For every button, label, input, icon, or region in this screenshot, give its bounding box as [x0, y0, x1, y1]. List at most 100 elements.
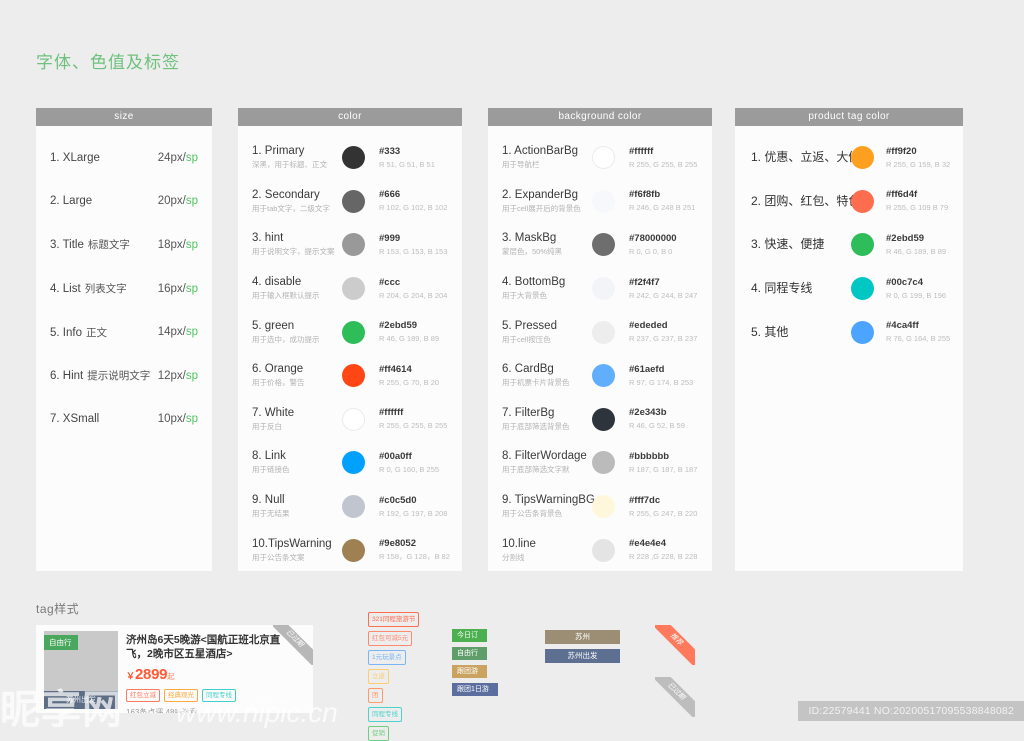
arrow-tag: 跟团游	[452, 665, 487, 678]
color-rgb: R 255, G 255, B 255	[379, 421, 448, 431]
tag-section-label: tag样式	[36, 602, 80, 616]
color-rgb: R 255, G 70, B 20	[379, 377, 440, 387]
product-mini-tag: 红包立减	[126, 689, 160, 702]
size-row-unit: sp	[185, 238, 198, 251]
product-tag-color-card: product tag color 1. 优惠、立返、大促 #ff9f20 R 25…	[735, 108, 963, 571]
color-hex: #666	[379, 189, 401, 201]
background-color-hex: #fff7dc	[629, 494, 661, 506]
color-row-label: 9. Null 用于无结果	[252, 494, 334, 519]
background-color-row-name: 1. ActionBarBg	[502, 145, 579, 158]
background-color-row: 3. MaskBg 蒙层色，50%纯黑 #78000000 R 0, G 0, B 0	[488, 223, 712, 267]
color-row-name: 10.TipsWarning	[252, 537, 332, 550]
product-tag-color-rgb: R 46, G 189, B 89	[886, 246, 947, 256]
background-color-row-name: 9. TipsWarningBG	[502, 494, 595, 507]
background-color-row-values: #61aefd R 97, G 174, B 253	[629, 364, 712, 388]
color-row-label: 4. disable 用于输入框默认提示	[252, 276, 334, 301]
color-rgb: R 204, G 204, B 204	[379, 290, 448, 300]
background-color-rgb: R 255, G 247, B 220	[629, 508, 698, 518]
background-color-row-values: #bbbbbb R 187, G 187, B 187	[629, 451, 712, 475]
size-row-name-cn: 提示说明文字	[87, 370, 151, 383]
product-tag-color-rgb: R 0, G 199, B 196	[886, 290, 947, 300]
background-color-row-label: 10.line 分割线	[502, 538, 584, 563]
color-hex: #ccc	[379, 276, 401, 288]
background-color-swatch-circle	[592, 189, 615, 213]
background-color-swatch-circle	[592, 146, 615, 170]
color-row-desc: 用于价格，警告	[252, 378, 305, 388]
background-color-row-desc: 蒙层色，50%纯黑	[502, 247, 563, 257]
product-tag-color-row-label: 3. 快速、便捷	[751, 238, 847, 251]
size-row-unit: sp	[185, 282, 198, 295]
size-row-value: 10px/sp	[157, 413, 198, 426]
product-card[interactable]: 自由行 苏州出发 济州岛6天5晚游<国航正班北京直飞，2晚市区五星酒店> ￥28…	[36, 625, 313, 713]
background-color-row-label: 7. FilterBg 用于底部筛选背景色	[502, 407, 584, 432]
product-tag-color-row-values: #00c7c4 R 0, G 199, B 196	[886, 277, 963, 301]
color-row-label: 1. Primary 深黑，用于标题、正文	[252, 145, 334, 170]
background-color-row-values: #ffffff R 255, G 255, B 255	[629, 146, 712, 170]
color-swatch-circle	[342, 407, 365, 431]
color-row-label: 2. Secondary 用于tab文字，二级文字	[252, 189, 334, 214]
arrow-tag: 自由行	[452, 647, 487, 660]
color-row-list: 1. Primary 深黑，用于标题、正文 #333 R 51, G 51, B 51…	[238, 126, 462, 586]
color-row-desc: 用于链接色	[252, 465, 290, 475]
background-color-row-desc: 用于cell展开后的背景色	[502, 203, 581, 213]
size-row-name: 3. Title 标题文字	[50, 239, 130, 252]
color-row-values: #999 R 153, G 153, B 153	[379, 233, 462, 257]
background-color-row-label: 9. TipsWarningBG 用于公告条背景色	[502, 494, 595, 519]
background-color-rgb: R 242, G 244, B 247	[629, 290, 698, 300]
color-swatch-circle	[342, 495, 365, 519]
color-row-name: 8. Link	[252, 450, 286, 463]
size-row: 4. List 列表文字 16px/sp	[36, 267, 212, 311]
background-color-swatch-circle	[592, 233, 615, 257]
size-row-value: 18px/sp	[157, 238, 198, 251]
background-color-row: 8. FilterWordage 用于底部筛选文字默 #bbbbbb R 187, G…	[488, 441, 712, 485]
product-tag-color-row-list: 1. 优惠、立返、大促 #ff9f20 R 255, G 159, B 32 2. 团…	[735, 126, 963, 368]
corner-ribbon-list: 推荐 已过期	[655, 625, 695, 729]
outline-tag: 同程专线	[368, 707, 402, 722]
color-row: 9. Null 用于无结果 #c0c5d0 R 192, G 197, B 208	[238, 485, 462, 529]
background-color-hex: #ededed	[629, 320, 668, 332]
background-color-row-label: 8. FilterWordage 用于底部筛选文字默	[502, 450, 587, 475]
background-color-row-label: 5. Pressed 用于cell按压色	[502, 320, 584, 345]
color-rgb: R 102, G 102, B 102	[379, 203, 448, 213]
background-color-row-values: #fff7dc R 255, G 247, B 220	[629, 495, 712, 519]
background-color-row-desc: 用于大背景色	[502, 291, 547, 301]
color-row-label: 6. Orange 用于价格，警告	[252, 363, 334, 388]
arrow-tag: 今日订	[452, 629, 487, 642]
product-mini-tag: 经典观光	[164, 689, 198, 702]
background-color-hex: #bbbbbb	[629, 450, 670, 462]
size-card: size 1. XLarge 24px/sp 2. Large 20px/sp 3. T…	[36, 108, 212, 571]
product-tag-color-row-name: 1. 优惠、立返、大促	[751, 150, 861, 165]
background-color-row-name: 7. FilterBg	[502, 406, 555, 419]
background-color-rgb: R 0, G 0, B 0	[629, 246, 673, 256]
background-color-hex: #78000000	[629, 232, 677, 244]
color-row-values: #00a0ff R 0, G 160, B 255	[379, 451, 462, 475]
background-color-row-list: 1. ActionBarBg 用于导航栏 #ffffff R 255, G 255, …	[488, 126, 712, 586]
color-row-label: 5. green 用于选中，成功提示	[252, 320, 334, 345]
product-tag-color-row-name: 5. 其他	[751, 324, 789, 339]
background-color-card: background color 1. ActionBarBg 用于导航栏 #fff…	[488, 108, 712, 571]
size-row-unit: sp	[185, 195, 198, 208]
product-thumbnail: 自由行 苏州出发	[44, 631, 118, 709]
color-row-name: 5. green	[252, 319, 295, 332]
product-tag-color-hex: #ff6d4f	[886, 189, 918, 201]
bar-tag: 苏州出发	[545, 649, 620, 663]
product-tag-color-row-label: 5. 其他	[751, 324, 847, 339]
color-hex: #2ebd59	[379, 320, 418, 332]
color-row-values: #2ebd59 R 46, G 189, B 89	[379, 320, 462, 344]
outline-tag: 团	[368, 688, 383, 703]
product-tag-color-row: 3. 快速、便捷 #2ebd59 R 46, G 189, B 89	[735, 223, 963, 267]
background-color-rgb: R 237, G 237, B 237	[629, 334, 698, 344]
background-color-rgb: R 246, G 248 B 251	[629, 203, 696, 213]
background-color-row-values: #e4e4e4 R 228 ,G 228, B 228	[629, 538, 712, 562]
background-color-row-values: #78000000 R 0, G 0, B 0	[629, 233, 712, 257]
color-hex: #9e8052	[379, 538, 416, 550]
background-color-row-desc: 用于机票卡片背景色	[502, 378, 570, 388]
background-color-row-desc: 用于cell按压色	[502, 334, 551, 344]
background-color-hex: #f6f8fb	[629, 189, 661, 201]
color-row-values: #666 R 102, G 102, B 102	[379, 189, 462, 213]
product-tag-color-card-header: product tag color	[735, 108, 963, 126]
background-color-swatch-circle	[592, 320, 615, 344]
color-swatch-circle	[342, 538, 365, 562]
color-row-name: 1. Primary	[252, 145, 305, 158]
product-mini-tag-list: 红包立减 经典观光 同程专线	[126, 689, 305, 702]
